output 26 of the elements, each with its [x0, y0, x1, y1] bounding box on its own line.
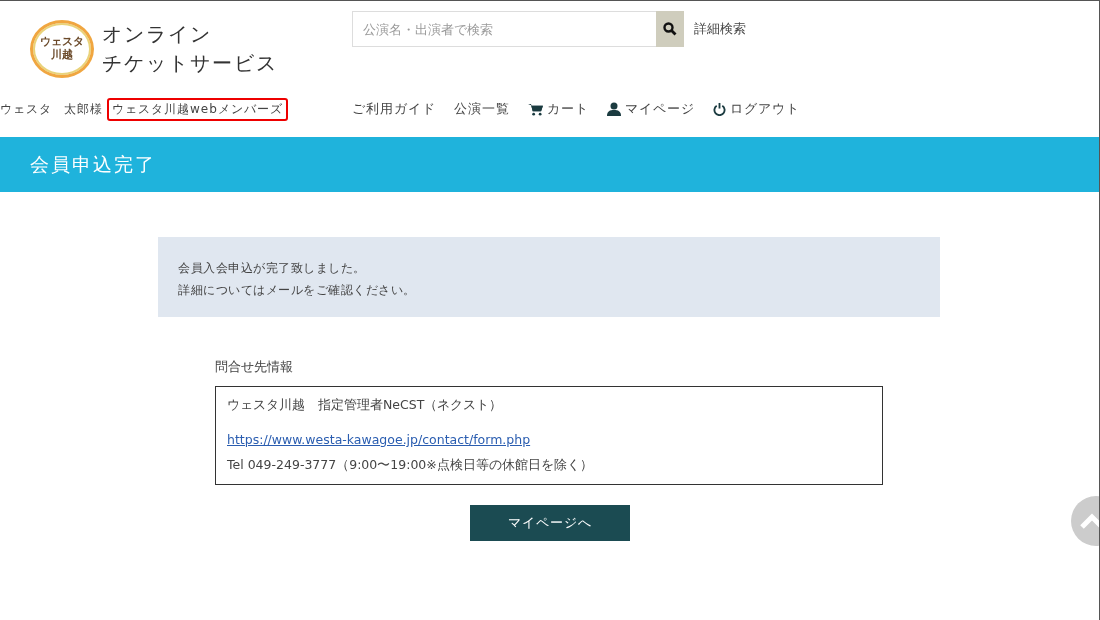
cart-icon	[528, 102, 543, 116]
logo: ウェスタ 川越	[30, 20, 94, 78]
message-text: 詳細についてはメールをご確認ください。	[178, 282, 417, 299]
nav-link[interactable]: 公演一覧	[454, 100, 510, 118]
contact-url-link[interactable]: https://www.westa-kawagoe.jp/contact/form.php	[227, 432, 531, 447]
nav-link[interactable]: マイページ	[607, 100, 695, 118]
search-field[interactable]: 公演名・出演者で検索	[352, 11, 656, 47]
chevron-up-icon	[1079, 512, 1099, 530]
site-title: オンライン チケットサービス	[102, 21, 278, 77]
nav-link[interactable]: ログアウト	[713, 100, 800, 118]
nav-link[interactable]: カート	[528, 100, 589, 118]
page-title: 会員申込完了	[30, 151, 156, 177]
nav-link[interactable]: ご利用ガイド	[352, 100, 436, 118]
message-text: 会員入会申込が完了致しました。	[178, 260, 367, 277]
contact-tel: Tel 049-249-3777（9:00〜19:00※点検日等の休館日を除く）	[227, 457, 594, 474]
member-type: ウェスタ川越webメンバーズ	[107, 97, 288, 121]
search-icon	[663, 22, 677, 36]
user-icon	[607, 102, 621, 116]
user-name: 太郎様	[64, 100, 103, 118]
mypage-button[interactable]: マイページへ	[469, 505, 630, 541]
advanced-search-link[interactable]: 詳細検索	[694, 11, 746, 47]
contact-label: 問合せ先情報	[215, 359, 294, 376]
power-icon	[713, 102, 726, 116]
user-name: ウェスタ	[0, 100, 52, 118]
contact-name: ウェスタ川越 指定管理者NeCST（ネクスト）	[227, 397, 504, 414]
search-button[interactable]	[656, 11, 684, 47]
